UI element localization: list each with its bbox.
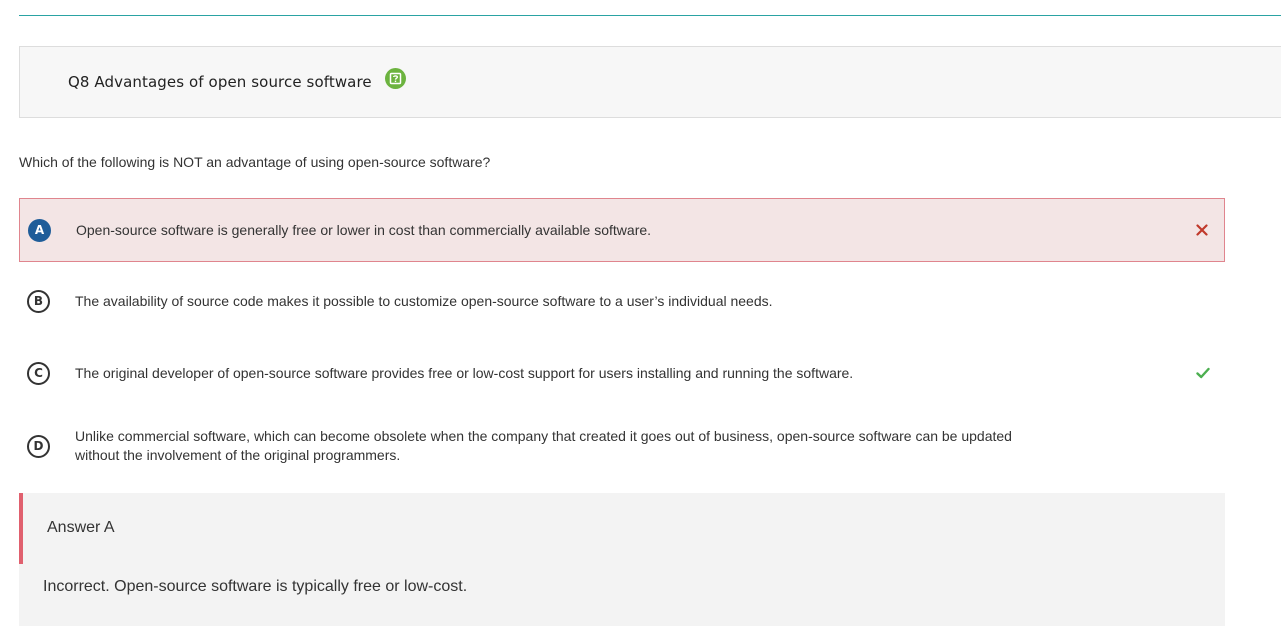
option-c-letter: C	[27, 361, 50, 385]
option-a-text: Open-source software is generally free o…	[76, 221, 652, 238]
option-b-text: The availability of source code makes it…	[75, 292, 773, 309]
answer-title: Answer A	[47, 519, 115, 536]
question-prompt: Which of the following is NOT an advanta…	[19, 154, 491, 170]
answer-status-bar	[19, 493, 23, 564]
option-d[interactable]: D Unlike commercial software, which can …	[19, 420, 1225, 472]
option-a[interactable]: A Open-source software is generally free…	[19, 198, 1225, 262]
option-c-text: The original developer of open-source so…	[75, 364, 854, 381]
option-d-text: Unlike commercial software, which can be…	[75, 428, 1012, 463]
help-icon[interactable]	[384, 67, 406, 89]
question-title: Q8 Advantages of open source software	[68, 73, 372, 91]
answer-feedback: Incorrect. Open-source software is typic…	[43, 578, 468, 595]
option-b-letter: B	[27, 289, 50, 313]
check-icon	[1195, 365, 1211, 381]
answer-panel: Answer A Incorrect. Open-source software…	[19, 493, 1225, 626]
question-header: Q8 Advantages of open source software	[19, 46, 1281, 118]
option-d-letter: D	[27, 434, 50, 458]
option-a-letter: A	[28, 218, 51, 242]
top-divider	[19, 15, 1281, 16]
option-b[interactable]: B The availability of source code makes …	[19, 270, 1225, 332]
option-c[interactable]: C The original developer of open-source …	[19, 342, 1225, 404]
x-icon	[1194, 222, 1210, 238]
